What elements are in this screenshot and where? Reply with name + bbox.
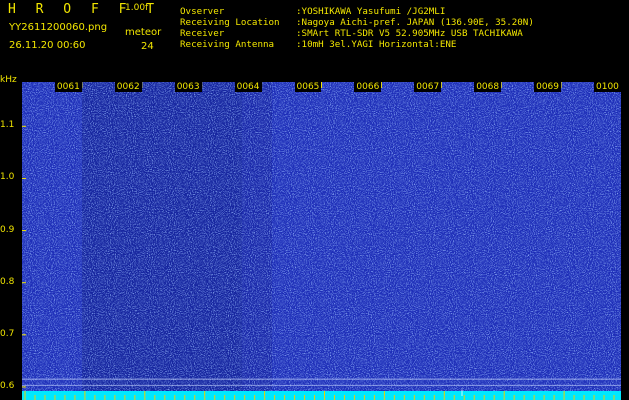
y-tick-label: 0.8 (0, 276, 15, 287)
time-tick-label: 0067 (414, 82, 442, 92)
time-tick-label: 0063 (174, 82, 202, 92)
time-tick-label: 0064 (234, 82, 262, 92)
y-tick-label: 0.7 (0, 328, 15, 339)
station-info: Ovserver :YOSHIKAWA Yasufumi /JG2MLI Rec… (180, 6, 534, 50)
info-key: Receiver (180, 28, 225, 39)
info-key: Receiving Antenna (180, 39, 275, 50)
info-value: :10mH 3el.YAGI Horizontal:ENE (296, 39, 457, 50)
filename-label: YY2611200060.png (9, 22, 108, 33)
time-tick-label: 0100 (594, 82, 621, 92)
y-tick-label: 1.1 (0, 120, 15, 131)
meteor-label: meteor (125, 27, 162, 38)
khz-unit-label: kHz (0, 75, 17, 85)
info-row-antenna: Receiving Antenna :10mH 3el.YAGI Horizon… (180, 39, 534, 50)
datetime-label: 26.11.20 00:60 (9, 40, 86, 51)
info-key: Ovserver (180, 6, 225, 17)
time-tick-label: 0062 (114, 82, 142, 92)
y-tick-label: 0.6 (0, 380, 15, 391)
info-value: :YOSHIKAWA Yasufumi /JG2MLI (296, 6, 446, 17)
time-tick-label: 0065 (294, 82, 322, 92)
info-key: Receiving Location (180, 17, 280, 28)
time-tick-label: 0069 (534, 82, 561, 92)
info-row-location: Receiving Location :Nagoya Aichi-pref. J… (180, 17, 534, 28)
spectrogram-canvas (22, 82, 621, 400)
baseline-band (22, 391, 621, 400)
noise-highlight-layer (22, 82, 621, 400)
spectrogram-plot (22, 82, 621, 400)
time-tick-label: 0068 (474, 82, 502, 92)
version-label: 1.00f (125, 3, 149, 13)
info-value: :Nagoya Aichi-pref. JAPAN (136.90E, 35.2… (296, 17, 534, 28)
time-tick-label: 0066 (354, 82, 382, 92)
info-value: :SMArt RTL-SDR V5 52.905MHz USB TACHIKAW… (296, 28, 523, 39)
header: H R O F F T 1.00f YY2611200060.png 26.11… (0, 0, 629, 76)
time-tick-label: 0061 (54, 82, 82, 92)
meteor-count: 24 (141, 41, 154, 52)
y-tick-label: 0.9 (0, 224, 15, 235)
y-tick-label: 1.0 (0, 172, 15, 183)
info-row-receiver: Receiver :SMArt RTL-SDR V5 52.905MHz USB… (180, 28, 534, 39)
info-row-observer: Ovserver :YOSHIKAWA Yasufumi /JG2MLI (180, 6, 534, 17)
